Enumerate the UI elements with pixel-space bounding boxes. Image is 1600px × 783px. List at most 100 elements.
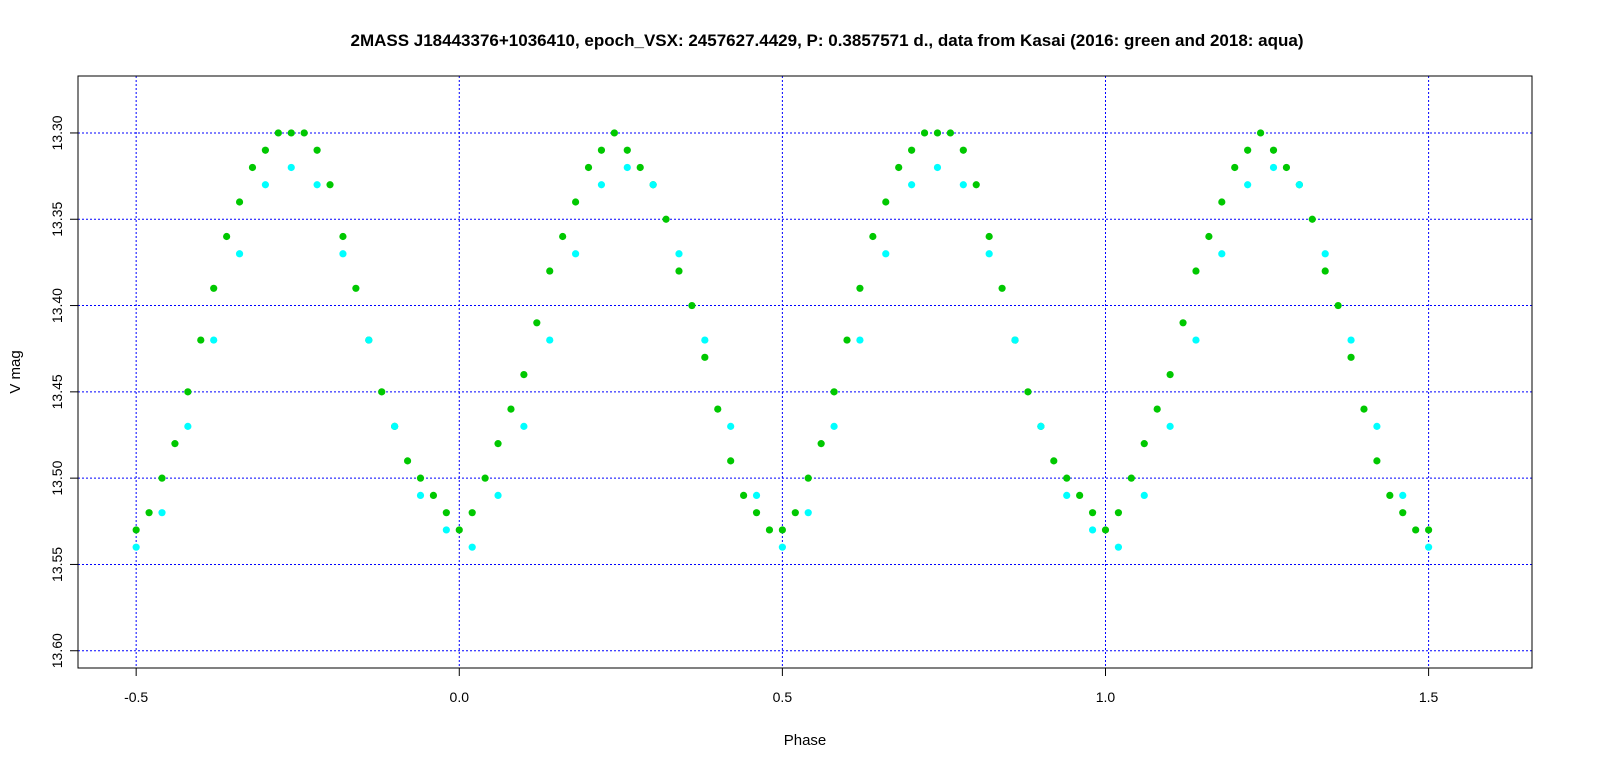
data-point-series-0	[908, 146, 916, 154]
data-point-series-1	[1425, 543, 1433, 551]
data-point-series-0	[1076, 491, 1084, 500]
data-point-series-0	[597, 146, 606, 154]
data-point-series-0	[1399, 509, 1407, 517]
data-point-series-1	[1088, 526, 1097, 534]
data-point-series-1	[908, 181, 916, 189]
data-point-series-1	[1037, 422, 1045, 430]
x-tick-label: 1.5	[1419, 689, 1439, 705]
data-point-series-1	[1373, 422, 1381, 430]
data-point-series-0	[675, 267, 683, 275]
data-point-series-1	[1218, 250, 1226, 258]
y-tick-label: 13.50	[49, 460, 65, 495]
data-point-series-1	[132, 543, 140, 551]
data-point-series-1	[727, 422, 735, 430]
data-point-series-0	[1218, 198, 1226, 206]
data-point-series-0	[378, 388, 386, 396]
data-point-series-0	[727, 457, 735, 465]
grid-lines	[78, 76, 1532, 668]
data-point-series-1	[1166, 422, 1174, 430]
data-point-series-1	[882, 250, 890, 258]
data-point-series-1	[287, 163, 295, 172]
data-point-series-1	[623, 163, 631, 172]
data-point-series-0	[791, 509, 799, 517]
data-point-series-0	[1153, 405, 1161, 413]
data-point-series-0	[429, 491, 438, 500]
data-point-series-0	[559, 232, 567, 241]
data-point-series-0	[533, 319, 541, 327]
data-point-series-1	[675, 250, 683, 258]
data-point-series-0	[1386, 491, 1394, 500]
data-point-series-1	[985, 250, 993, 258]
data-point-series-0	[313, 146, 321, 154]
data-point-series-1	[830, 422, 838, 430]
data-point-series-0	[481, 474, 489, 482]
data-point-series-0	[688, 301, 696, 310]
data-point-series-1	[158, 509, 166, 517]
data-point-series-1	[1140, 491, 1148, 500]
x-tick-label: -0.5	[124, 689, 148, 705]
data-point-series-0	[959, 146, 967, 154]
data-point-series-0	[933, 129, 942, 137]
data-point-series-0	[300, 129, 308, 137]
data-point-series-0	[468, 509, 476, 517]
data-point-series-1	[1295, 181, 1303, 189]
data-point-series-1	[856, 336, 864, 344]
data-point-series-0	[287, 129, 295, 137]
data-point-series-0	[1347, 353, 1355, 361]
data-point-series-0	[1205, 232, 1213, 241]
data-point-series-1	[210, 336, 218, 344]
data-point-series-0	[171, 440, 179, 448]
data-point-series-0	[817, 440, 825, 448]
data-point-series-0	[1334, 301, 1342, 310]
data-point-series-0	[882, 198, 890, 206]
y-axis: 13.30 13.35 13.40 13.45 13.50 13.55 13.60	[49, 115, 78, 668]
data-point-series-0	[442, 509, 450, 517]
data-point-series-0	[1063, 474, 1071, 482]
data-point-series-0	[662, 215, 670, 223]
data-point-series-0	[610, 129, 618, 137]
data-point-series-0	[571, 198, 580, 206]
data-point-series-0	[274, 129, 282, 137]
data-point-series-0	[778, 526, 786, 534]
data-point-series-0	[326, 181, 334, 189]
data-point-series-0	[1140, 440, 1148, 448]
data-point-series-0	[895, 163, 903, 172]
data-point-series-0	[235, 198, 244, 206]
data-point-series-1	[778, 543, 786, 551]
data-point-series-1	[313, 181, 321, 189]
data-point-series-1	[1269, 163, 1278, 172]
data-point-series-0	[261, 146, 270, 154]
y-tick-label: 13.45	[49, 374, 65, 409]
data-point-series-1	[701, 336, 709, 344]
data-point-series-0	[197, 336, 205, 344]
data-point-series-0	[869, 232, 877, 241]
data-point-series-0	[210, 284, 218, 292]
data-point-series-0	[623, 146, 631, 154]
data-point-series-0	[248, 163, 257, 172]
data-point-series-0	[636, 163, 644, 172]
data-point-series-1	[365, 336, 373, 344]
data-point-series-0	[1050, 457, 1058, 465]
data-point-series-1	[520, 422, 528, 430]
data-point-series-0	[584, 163, 593, 172]
data-point-series-1	[468, 543, 476, 551]
data-point-series-0	[1024, 388, 1032, 396]
data-point-series-0	[765, 526, 774, 534]
data-point-series-0	[352, 284, 360, 292]
data-point-series-0	[403, 457, 412, 465]
data-point-series-1	[959, 181, 967, 189]
data-point-series-0	[804, 474, 812, 482]
data-point-series-1	[416, 491, 425, 500]
data-point-series-0	[416, 474, 425, 482]
phase-plot: 2MASS J18443376+1036410, epoch_VSX: 2457…	[7, 31, 1533, 749]
chart-title: 2MASS J18443376+1036410, epoch_VSX: 2457…	[350, 31, 1303, 50]
data-point-series-0	[339, 232, 347, 241]
x-axis-label: Phase	[784, 732, 827, 749]
x-tick-label: 1.0	[1096, 689, 1116, 705]
data-point-series-0	[998, 284, 1006, 292]
data-point-series-0	[455, 526, 463, 534]
data-point-series-1	[752, 491, 761, 500]
data-point-series-0	[132, 526, 140, 534]
data-point-series-1	[1399, 491, 1407, 500]
data-point-series-0	[1179, 319, 1187, 327]
